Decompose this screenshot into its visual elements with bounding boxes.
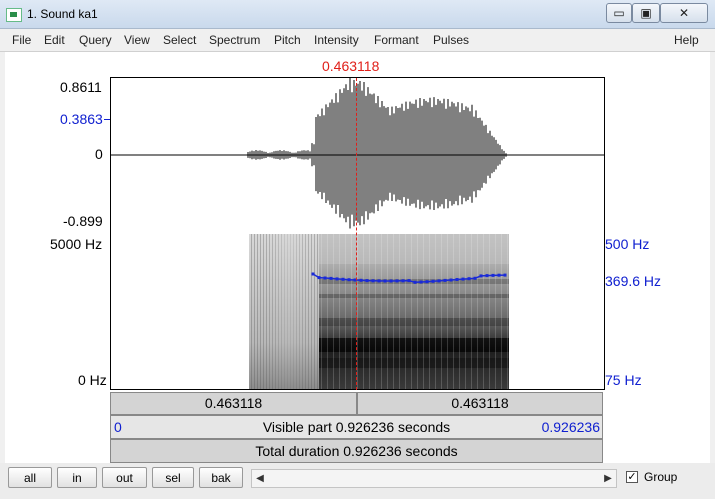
pitch-point <box>383 279 387 283</box>
pitch-point <box>395 279 399 283</box>
waveform-plot <box>111 78 604 229</box>
pitch-point <box>341 277 345 281</box>
pitch-point <box>389 279 393 283</box>
minimize-icon: ▭ <box>613 6 625 20</box>
pitch-point <box>311 272 315 276</box>
pitch-point <box>329 276 333 280</box>
spectrogram-plot <box>249 234 509 389</box>
minimize-button[interactable]: ▭ <box>606 3 632 23</box>
zoom-all-button[interactable]: all <box>8 467 52 488</box>
pitch-point <box>479 274 483 278</box>
praat-window-icon <box>6 8 22 22</box>
menu-query[interactable]: Query <box>79 33 112 47</box>
waveform-zero-label: 0 <box>95 146 103 162</box>
menu-file[interactable]: File <box>12 33 31 47</box>
close-button[interactable]: ✕ <box>660 3 708 23</box>
spectrogram-bottom-freq-label: 0 Hz <box>78 372 107 388</box>
pitch-point <box>359 278 363 282</box>
pitch-point <box>467 277 471 281</box>
pitch-point <box>377 279 381 283</box>
total-duration-bar[interactable]: Total duration 0.926236 seconds <box>110 439 603 463</box>
waveform-cursor-value-label: 0.3863 <box>60 111 103 127</box>
menu-intensity[interactable]: Intensity <box>314 33 359 47</box>
menu-pulses[interactable]: Pulses <box>433 33 469 47</box>
waveform-max-label: 0.8611 <box>60 79 102 95</box>
cursor-time-label: 0.463118 <box>322 58 380 74</box>
menu-view[interactable]: View <box>124 33 150 47</box>
spectrogram-panel[interactable] <box>110 234 605 390</box>
pitch-bottom-label: 75 Hz <box>605 372 642 388</box>
pitch-point <box>323 276 327 280</box>
pitch-point <box>455 278 459 281</box>
pitch-point <box>431 279 435 283</box>
menu-formant[interactable]: Formant <box>374 33 419 47</box>
maximize-icon: ▣ <box>640 6 652 20</box>
pitch-top-label: 500 Hz <box>605 236 650 252</box>
menu-spectrum[interactable]: Spectrum <box>209 33 260 47</box>
total-duration-text: Total duration 0.926236 seconds <box>255 443 458 459</box>
zoom-in-button[interactable]: in <box>57 467 97 488</box>
pitch-point <box>419 280 423 284</box>
selection-right-time: 0.463118 <box>451 395 509 411</box>
pitch-point <box>473 276 477 280</box>
horizontal-scrollbar[interactable]: ◀ ▶ <box>251 469 617 488</box>
waveform-panel[interactable] <box>110 77 605 235</box>
pitch-point <box>461 277 465 281</box>
zoom-out-button[interactable]: out <box>102 467 147 488</box>
pitch-point <box>491 273 495 277</box>
pitch-point <box>401 279 405 283</box>
pitch-point <box>485 274 489 278</box>
pitch-point <box>449 278 453 282</box>
zoom-back-button[interactable]: bak <box>199 467 243 488</box>
pitch-value-label: 369.6 Hz <box>605 273 662 289</box>
scroll-right-icon[interactable]: ▶ <box>600 470 616 487</box>
group-label: Group <box>644 470 678 484</box>
menu-bar: File Edit Query View Select Spectrum Pit… <box>0 30 715 52</box>
zoom-selection-button[interactable]: sel <box>152 467 194 488</box>
bottom-toolbar: all in out sel bak ◀ ▶ ✓ Group <box>0 463 715 499</box>
menu-pitch[interactable]: Pitch <box>274 33 301 47</box>
window-title: 1. Sound ka1 <box>27 7 98 21</box>
pitch-point <box>317 276 321 280</box>
pitch-point <box>335 277 339 281</box>
visible-start-time: 0 <box>114 419 122 435</box>
visible-part-text: Visible part 0.926236 seconds <box>262 419 451 435</box>
pitch-point <box>437 279 441 283</box>
waveform-min-label: -0.899 <box>63 213 103 229</box>
scroll-left-icon[interactable]: ◀ <box>252 470 268 487</box>
maximize-button[interactable]: ▣ <box>632 3 660 23</box>
pitch-point <box>497 273 501 277</box>
pitch-point <box>347 278 351 282</box>
menu-edit[interactable]: Edit <box>44 33 65 47</box>
cursor-line <box>356 78 357 390</box>
pitch-point <box>365 279 369 283</box>
visible-end-time: 0.926236 <box>541 419 600 435</box>
pitch-point <box>443 278 447 282</box>
selection-left-time: 0.463118 <box>204 395 263 411</box>
pitch-point <box>425 280 429 284</box>
spectrogram-top-freq-label: 5000 Hz <box>50 236 103 252</box>
menu-select[interactable]: Select <box>163 33 196 47</box>
title-bar: 1. Sound ka1 ▭ ▣ ✕ <box>0 0 715 29</box>
pitch-point <box>503 273 507 277</box>
selection-left-segment[interactable]: 0.463118 <box>110 392 357 415</box>
pitch-point <box>371 279 375 283</box>
group-checkbox[interactable]: ✓ <box>626 471 638 483</box>
pitch-point <box>407 279 411 283</box>
visible-part-bar[interactable]: 0 Visible part 0.926236 seconds 0.926236 <box>110 415 603 439</box>
close-icon: ✕ <box>678 6 690 20</box>
menu-help[interactable]: Help <box>674 33 699 47</box>
pitch-point <box>413 280 417 284</box>
selection-right-segment[interactable]: 0.463118 <box>357 392 603 415</box>
